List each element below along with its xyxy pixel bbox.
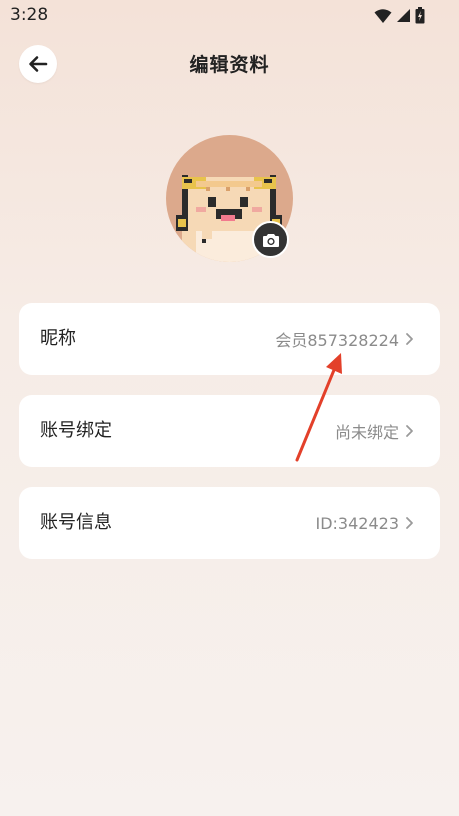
signal-icon (397, 9, 410, 22)
change-avatar-button[interactable] (252, 221, 289, 258)
battery-icon (415, 7, 425, 24)
chevron-right-icon (406, 425, 413, 437)
account-binding-row[interactable]: 账号绑定 尚未绑定 (19, 395, 440, 467)
account-binding-value: 尚未绑定 (334, 423, 399, 442)
nickname-label: 昵称 (40, 328, 76, 349)
status-bar: 3:28 (0, 0, 459, 32)
status-time: 3:28 (10, 5, 49, 25)
nickname-row[interactable]: 昵称 会员857328224 (19, 303, 440, 375)
account-info-value: ID:342423 (315, 513, 399, 533)
wifi-icon (374, 8, 392, 23)
page-title: 编辑资料 (189, 54, 270, 76)
account-info-row[interactable]: 账号信息 ID:342423 (19, 487, 440, 559)
camera-icon (262, 233, 279, 247)
chevron-right-icon (406, 517, 413, 529)
status-icons (374, 7, 425, 24)
chevron-right-icon (406, 333, 413, 345)
account-info-label: 账号信息 (40, 512, 112, 533)
account-binding-label: 账号绑定 (40, 420, 112, 441)
nickname-value: 会员857328224 (275, 331, 399, 350)
